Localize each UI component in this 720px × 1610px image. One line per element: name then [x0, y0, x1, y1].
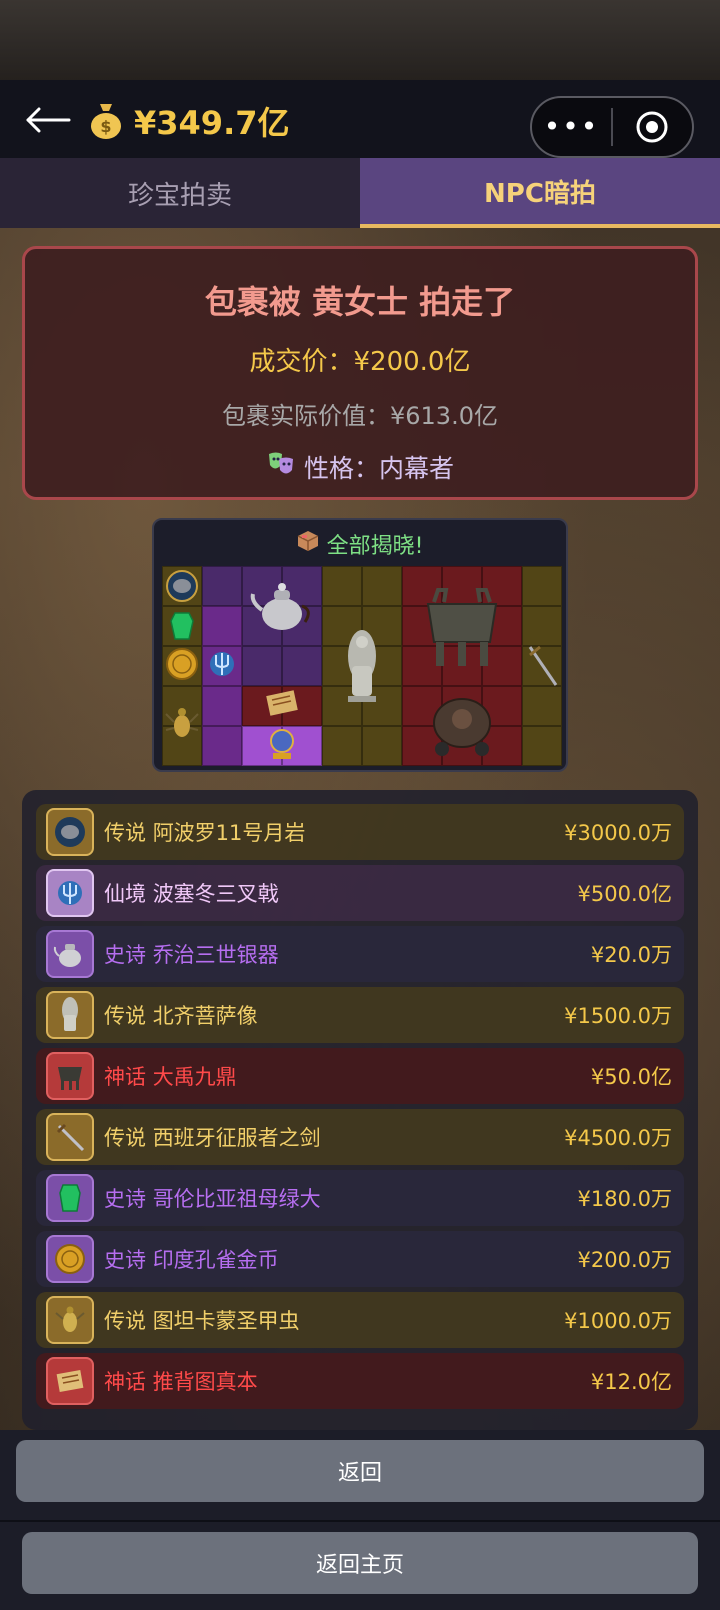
package-grid-panel: 全部揭晓! — [152, 518, 568, 772]
emerald-icon[interactable] — [164, 608, 200, 644]
item-price: ¥500.0亿 — [577, 882, 672, 906]
item-name: 史诗 印度孔雀金币 — [104, 1248, 279, 1272]
moon-rock-icon[interactable] — [164, 568, 200, 604]
money-bag-icon: $ — [88, 100, 124, 140]
sword-icon[interactable] — [522, 626, 562, 706]
money-balance: ¥349.7亿 — [134, 104, 290, 142]
back-arrow-icon[interactable] — [24, 100, 72, 140]
item-name: 传说 图坦卡蒙圣甲虫 — [104, 1309, 300, 1333]
auction-result-card: 包裹被 黄女士 拍走了 成交价：¥200.0亿 包裹实际价值：¥613.0亿 性… — [22, 246, 698, 500]
trident-icon — [46, 869, 94, 917]
item-name: 神话 大禹九鼎 — [104, 1065, 237, 1089]
back-button[interactable]: 返回 — [16, 1440, 704, 1502]
more-menu-button[interactable]: ••• — [532, 98, 611, 156]
item-list-panel: 传说 阿波罗11号月岩 ¥3000.0万 仙境 波塞冬三叉戟 ¥500.0亿 史… — [22, 790, 698, 1430]
moon-rock-icon — [46, 808, 94, 856]
item-name: 史诗 乔治三世银器 — [104, 943, 279, 967]
grid-items-layer — [162, 566, 562, 766]
bronze-ding-icon — [46, 1052, 94, 1100]
scroll-icon — [46, 1357, 94, 1405]
item-price: ¥1500.0万 — [564, 1004, 672, 1028]
list-item[interactable]: 传说 阿波罗11号月岩 ¥3000.0万 — [36, 804, 684, 860]
scroll-icon[interactable] — [244, 684, 320, 722]
list-item[interactable]: 传说 北齐菩萨像 ¥1500.0万 — [36, 987, 684, 1043]
item-name: 传说 北齐菩萨像 — [104, 1004, 258, 1028]
orb-trophy-icon[interactable] — [244, 724, 320, 764]
item-price: ¥12.0亿 — [590, 1370, 672, 1394]
item-price: ¥200.0万 — [577, 1248, 672, 1272]
banner-image — [0, 0, 720, 80]
deal-price: 成交价：¥200.0亿 — [249, 347, 471, 377]
list-item[interactable]: 史诗 乔治三世银器 ¥20.0万 — [36, 926, 684, 982]
scarab-icon — [46, 1296, 94, 1344]
list-item[interactable]: 史诗 印度孔雀金币 ¥200.0万 — [36, 1231, 684, 1287]
list-item[interactable]: 仙境 波塞冬三叉戟 ¥500.0亿 — [36, 865, 684, 921]
mini-program-capsule: ••• — [530, 96, 694, 158]
actual-value: 包裹实际价值：¥613.0亿 — [222, 402, 498, 430]
item-price: ¥180.0万 — [577, 1187, 672, 1211]
item-name: 仙境 波塞冬三叉戟 — [104, 882, 279, 906]
svg-text:$: $ — [100, 117, 111, 136]
sword-icon — [46, 1113, 94, 1161]
bronze-ding-icon[interactable] — [404, 568, 520, 684]
silver-teapot-icon[interactable] — [244, 568, 320, 644]
grid-title-text: 全部揭晓! — [326, 534, 424, 559]
package-icon — [297, 530, 319, 558]
list-item[interactable]: 史诗 哥伦比亚祖母绿大 ¥180.0万 — [36, 1170, 684, 1226]
bodhisattva-statue-icon — [46, 991, 94, 1039]
theater-masks-icon — [266, 450, 296, 484]
grid-title: 全部揭晓! — [154, 528, 566, 560]
home-button[interactable]: 返回主页 — [22, 1532, 698, 1594]
trident-icon[interactable] — [204, 646, 240, 682]
result-title: 包裹被 黄女士 拍走了 — [204, 283, 516, 321]
npc-trait: 性格：内幕者 — [25, 449, 695, 485]
header-bar: $ ¥349.7亿 ••• — [0, 80, 720, 158]
item-name: 传说 阿波罗11号月岩 — [104, 821, 306, 845]
item-name: 神话 推背图真本 — [104, 1370, 258, 1394]
gold-coin-icon[interactable] — [164, 646, 200, 682]
divider — [0, 1520, 720, 1522]
gold-coin-icon — [46, 1235, 94, 1283]
list-item[interactable]: 传说 西班牙征服者之剑 ¥4500.0万 — [36, 1109, 684, 1165]
item-price: ¥3000.0万 — [564, 821, 672, 845]
bronze-drum-icon[interactable] — [404, 684, 520, 764]
tab-npc-silent-auction[interactable]: NPC暗拍 — [360, 158, 720, 228]
item-price: ¥50.0亿 — [590, 1065, 672, 1089]
trait-text: 性格：内幕者 — [303, 454, 454, 483]
list-item[interactable]: 神话 大禹九鼎 ¥50.0亿 — [36, 1048, 684, 1104]
record-circle-icon[interactable] — [613, 110, 692, 144]
list-item[interactable]: 传说 图坦卡蒙圣甲虫 ¥1000.0万 — [36, 1292, 684, 1348]
item-price: ¥4500.0万 — [564, 1126, 672, 1150]
silver-teapot-icon — [46, 930, 94, 978]
bottom-action-bar: 返回 返回主页 — [0, 1430, 720, 1610]
emerald-icon — [46, 1174, 94, 1222]
item-name: 史诗 哥伦比亚祖母绿大 — [104, 1187, 321, 1211]
item-price: ¥20.0万 — [590, 943, 672, 967]
scarab-icon[interactable] — [164, 686, 200, 762]
list-item[interactable]: 神话 推背图真本 ¥12.0亿 — [36, 1353, 684, 1409]
tab-bar: 珍宝拍卖 NPC暗拍 — [0, 158, 720, 228]
bodhisattva-statue-icon[interactable] — [324, 606, 400, 726]
item-price: ¥1000.0万 — [564, 1309, 672, 1333]
tab-treasure-auction[interactable]: 珍宝拍卖 — [0, 158, 360, 228]
item-name: 传说 西班牙征服者之剑 — [104, 1126, 321, 1150]
